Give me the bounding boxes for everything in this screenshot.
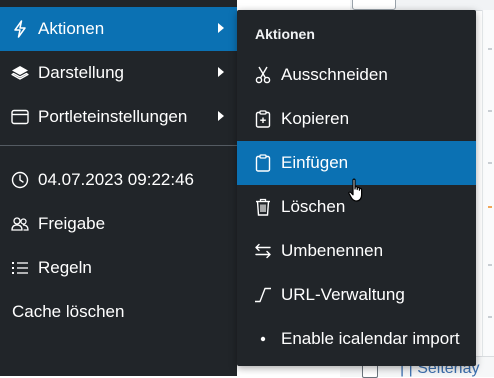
background-mark — [488, 264, 492, 266]
scissors-icon — [254, 66, 272, 84]
context-menu: Aktionen Darstellung Portleteinstellunge… — [0, 0, 237, 376]
background-mark — [488, 316, 492, 318]
background-mark — [488, 206, 492, 208]
menu-item-darstellung[interactable]: Darstellung — [0, 51, 237, 95]
submenu-item-label: Löschen — [281, 197, 346, 216]
chevron-right-icon — [218, 23, 224, 33]
submenu-item-label: Umbenennen — [281, 241, 384, 260]
window-icon — [11, 108, 29, 126]
submenu-item-label: Kopieren — [281, 109, 350, 128]
list-icon — [11, 259, 29, 277]
url-path-icon — [254, 286, 272, 304]
background-mark — [488, 162, 492, 164]
menu-item-regeln[interactable]: Regeln — [0, 246, 237, 290]
menu-item-label: Portleteinstellungen — [38, 107, 188, 126]
timestamp-label: 04.07.2023 09:22:46 — [38, 170, 194, 189]
menu-item-label: Regeln — [38, 258, 92, 277]
submenu-item-url-verwaltung[interactable]: URL-Verwaltung — [237, 273, 476, 317]
submenu-item-kopieren[interactable]: Kopieren — [237, 97, 476, 141]
submenu-item-label: Ausschneiden — [281, 65, 388, 84]
swap-arrows-icon — [254, 242, 272, 260]
submenu-item-label: Einfügen — [281, 153, 349, 172]
submenu-item-umbenennen[interactable]: Umbenennen — [237, 229, 476, 273]
submenu-item-ausschneiden[interactable]: Ausschneiden — [237, 53, 476, 97]
chevron-right-icon — [218, 67, 224, 77]
menu-item-label: Aktionen — [38, 19, 105, 38]
menu-item-label: Darstellung — [38, 63, 124, 82]
menu-item-label: Cache löschen — [12, 302, 125, 321]
menu-item-label: Freigabe — [38, 214, 106, 233]
submenu-title: Aktionen — [255, 26, 315, 42]
menu-item-portleteinstellungen[interactable]: Portleteinstellungen — [0, 95, 237, 139]
submenu-item-label: URL-Verwaltung — [281, 285, 405, 304]
background-button — [352, 0, 396, 10]
menu-item-aktionen[interactable]: Aktionen — [0, 7, 237, 51]
submenu-item-label: Enable icalendar import — [281, 329, 460, 348]
users-icon — [11, 215, 29, 233]
chevron-right-icon — [218, 111, 224, 121]
menu-divider — [0, 145, 237, 146]
submenu-item-enable-icalendar-import[interactable]: Enable icalendar import — [237, 317, 476, 361]
menu-item-freigabe[interactable]: Freigabe — [0, 202, 237, 246]
menu-item-cache-loeschen[interactable]: Cache löschen — [0, 290, 237, 334]
background-mark — [488, 48, 492, 50]
clock-icon — [11, 171, 29, 189]
trash-icon — [254, 198, 272, 216]
background-mark — [488, 110, 492, 112]
menu-item-timestamp: 04.07.2023 09:22:46 — [0, 158, 237, 202]
background-column — [482, 10, 494, 376]
hand-cursor-icon — [348, 178, 366, 204]
lightning-icon — [11, 20, 29, 38]
clipboard-plus-icon — [254, 110, 272, 128]
clipboard-icon — [254, 154, 272, 172]
layers-icon — [11, 64, 29, 82]
bullet-icon — [254, 330, 272, 348]
